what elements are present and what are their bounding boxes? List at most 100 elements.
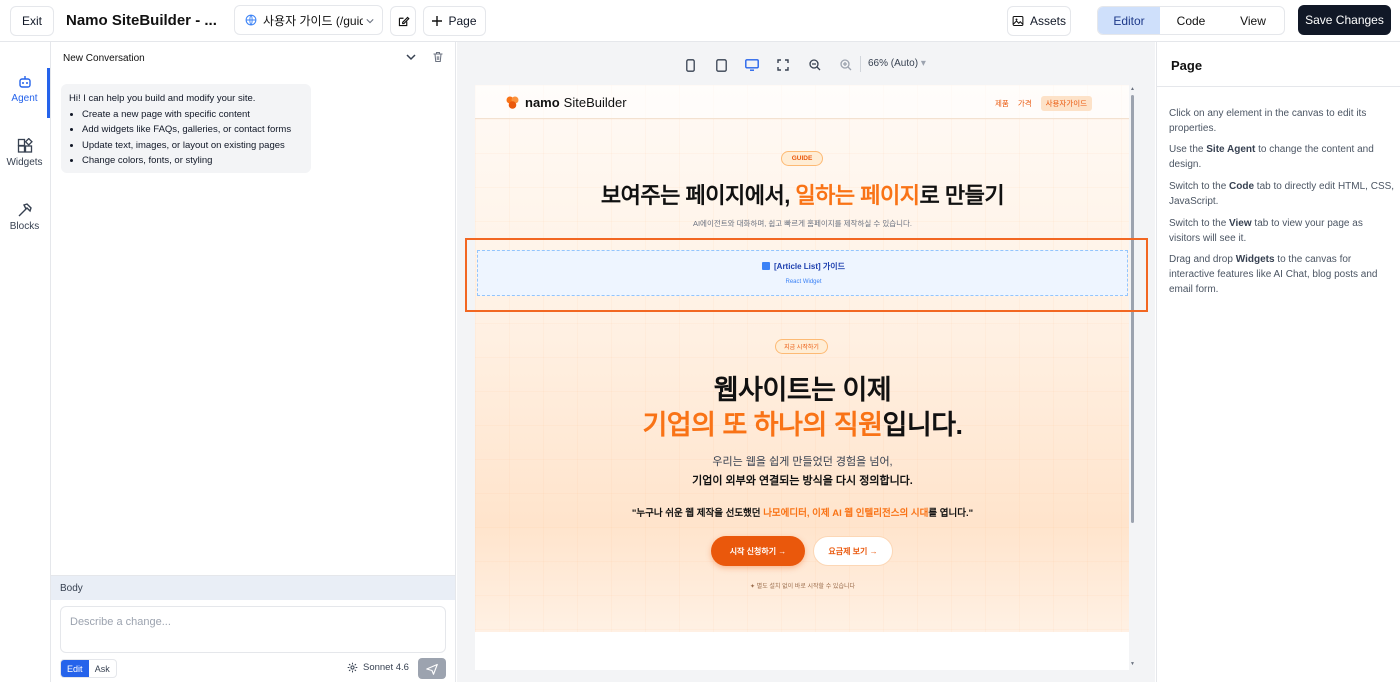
tip-text: Switch to the xyxy=(1169,218,1230,229)
scrollbar-thumb[interactable] xyxy=(1131,95,1134,523)
trash-icon[interactable] xyxy=(432,51,444,63)
gear-icon xyxy=(347,662,358,673)
guide-badge[interactable]: GUIDE xyxy=(781,151,823,166)
toolbar-divider xyxy=(860,56,861,72)
greeting-text: Hi! I can help you build and modify your… xyxy=(69,93,256,104)
help-tip: Switch to the Code tab to directly edit … xyxy=(1169,179,1395,209)
tip-keyword: Widgets xyxy=(1235,254,1275,265)
apply-button[interactable]: 시작 신청하기 → xyxy=(711,536,805,566)
edit-mode-button[interactable]: Edit xyxy=(61,660,89,677)
widgets-icon xyxy=(17,138,33,153)
page-selector[interactable]: 사용자 가이드 (/guide) xyxy=(234,5,383,35)
suggestion-list: Create a new page with specific content … xyxy=(82,107,303,169)
mode-toggle: Edit Ask xyxy=(60,659,117,678)
widget-icon xyxy=(762,262,770,270)
chevron-down-icon[interactable] xyxy=(406,52,416,62)
rail-item-blocks[interactable]: Blocks xyxy=(0,202,49,232)
fullscreen-button[interactable] xyxy=(773,57,793,73)
zoom-in-button[interactable] xyxy=(836,57,856,73)
context-bar: Body xyxy=(51,575,455,600)
tip-text: Drag and drop xyxy=(1169,254,1236,265)
mobile-view-button[interactable] xyxy=(680,57,700,73)
save-changes-button[interactable]: Save Changes xyxy=(1298,5,1391,35)
description-line1[interactable]: 우리는 웹을 쉽게 만들었던 경험을 넘어, xyxy=(475,453,1130,469)
install-note[interactable]: ✦ 별도 설치 없이 바로 시작할 수 있습니다 xyxy=(475,581,1130,590)
tip-keyword: Code xyxy=(1229,181,1255,192)
caret-down-icon: ▾ xyxy=(920,58,926,69)
site-logo[interactable]: namo SiteBuilder xyxy=(505,95,627,110)
rail-item-widgets[interactable]: Widgets xyxy=(0,138,49,168)
suggestion-item: Update text, images, or layout on existi… xyxy=(82,138,303,154)
description-line2[interactable]: 기업이 외부와 연결되는 방식을 다시 정의합니다. xyxy=(475,472,1130,488)
desktop-icon xyxy=(745,59,759,71)
scroll-up-arrow[interactable]: ▲ xyxy=(1130,86,1135,92)
quote-part: "누구나 쉬운 웹 제작을 선도했던 xyxy=(631,508,764,519)
site-header[interactable]: namo SiteBuilder 제품 가격 사용자가이드 xyxy=(475,85,1130,119)
assets-label: Assets xyxy=(1029,14,1066,28)
edit-icon xyxy=(398,16,410,26)
widget-subtitle: React Widget xyxy=(785,279,822,285)
suggestion-item: Add widgets like FAQs, galleries, or con… xyxy=(82,122,303,138)
nav-link-pricing[interactable]: 가격 xyxy=(1018,98,1032,109)
headline-highlight: 기업의 또 하나의 직원 xyxy=(642,410,883,440)
ask-mode-button[interactable]: Ask xyxy=(89,660,117,677)
pricing-button[interactable]: 요금제 보기 → xyxy=(813,536,893,566)
left-rail: Agent Widgets Blocks xyxy=(0,42,51,682)
tablet-view-button[interactable] xyxy=(711,57,731,73)
desktop-view-button[interactable] xyxy=(742,57,762,73)
nav-link-guide[interactable]: 사용자가이드 xyxy=(1040,96,1093,111)
start-badge[interactable]: 지금 시작하기 xyxy=(775,339,828,354)
zoom-out-button[interactable] xyxy=(805,57,825,73)
rail-item-label: Agent xyxy=(11,93,38,104)
nav-link-products[interactable]: 제품 xyxy=(995,98,1009,109)
editor-mode-tab[interactable]: Editor xyxy=(1098,7,1160,34)
code-mode-tab[interactable]: Code xyxy=(1160,7,1222,34)
view-mode-tab[interactable]: View xyxy=(1222,7,1284,34)
zoom-level-select[interactable]: 66% (Auto) ▾ xyxy=(868,58,926,69)
widget-title: [Article List] 가이드 xyxy=(478,261,1129,272)
suggestion-item: Create a new page with specific content xyxy=(82,107,303,123)
hero-subtitle[interactable]: AI에이전트와 대화하며, 쉽고 빠르게 홈페이지를 제작하실 수 있습니다. xyxy=(475,218,1130,229)
zoom-out-icon xyxy=(809,59,821,71)
model-selector[interactable]: Sonnet 4.6 xyxy=(347,662,409,673)
tip-text: Click on any element in the canvas to ed… xyxy=(1169,108,1367,134)
image-icon xyxy=(1012,15,1024,27)
tip-keyword: Site Agent xyxy=(1206,144,1256,155)
add-page-label: Page xyxy=(448,14,477,28)
headline-line1[interactable]: 웹사이트는 이제 xyxy=(475,368,1130,407)
globe-icon xyxy=(245,14,257,26)
send-button[interactable] xyxy=(418,658,446,679)
rail-item-agent[interactable]: Agent xyxy=(0,74,49,104)
properties-title: Page xyxy=(1171,58,1203,73)
help-tip: Click on any element in the canvas to ed… xyxy=(1169,106,1395,136)
hero-title-highlight: 일하는 페이지 xyxy=(795,183,920,208)
hero-title[interactable]: 보여주는 페이지에서, 일하는 페이지로 만들기 xyxy=(475,178,1130,210)
headline-line2[interactable]: 기업의 또 하나의 직원입니다. xyxy=(475,403,1130,442)
tip-keyword: View xyxy=(1229,218,1252,229)
tablet-icon xyxy=(715,58,727,72)
assets-button[interactable]: Assets xyxy=(1007,6,1071,36)
suggestion-item: Change colors, fonts, or styling xyxy=(82,153,303,169)
send-icon xyxy=(426,663,438,675)
scroll-down-arrow[interactable]: ▼ xyxy=(1130,661,1135,667)
quote-text[interactable]: "누구나 쉬운 웹 제작을 선도했던 나모에디터, 이제 AI 웹 인텔리전스의… xyxy=(475,505,1130,519)
robot-icon xyxy=(18,76,31,88)
chevron-down-icon xyxy=(366,19,374,24)
edit-page-button[interactable] xyxy=(390,6,416,36)
hero-title-part: 로 만들기 xyxy=(919,183,1005,208)
conversation-title: New Conversation xyxy=(63,53,145,64)
help-tip: Use the Site Agent to change the content… xyxy=(1169,142,1395,172)
view-mode-switcher: Editor Code View xyxy=(1097,6,1285,35)
site-nav-links: 제품 가격 사용자가이드 xyxy=(995,96,1093,111)
exit-button[interactable]: Exit xyxy=(10,6,54,36)
article-list-widget[interactable]: [Article List] 가이드 React Widget xyxy=(477,250,1128,296)
phone-icon xyxy=(685,58,695,72)
next-section[interactable] xyxy=(475,632,1130,670)
headline-tail: 입니다. xyxy=(882,410,964,440)
tip-text: Use the xyxy=(1169,144,1207,155)
add-page-button[interactable]: Page xyxy=(423,6,486,36)
message-input[interactable]: Describe a change... xyxy=(60,606,446,653)
zoom-level: 66% (Auto) xyxy=(868,58,919,69)
site-preview-frame: namo SiteBuilder 제품 가격 사용자가이드 GUIDE 보여주는… xyxy=(475,85,1135,670)
tip-text: Switch to the xyxy=(1169,181,1230,192)
